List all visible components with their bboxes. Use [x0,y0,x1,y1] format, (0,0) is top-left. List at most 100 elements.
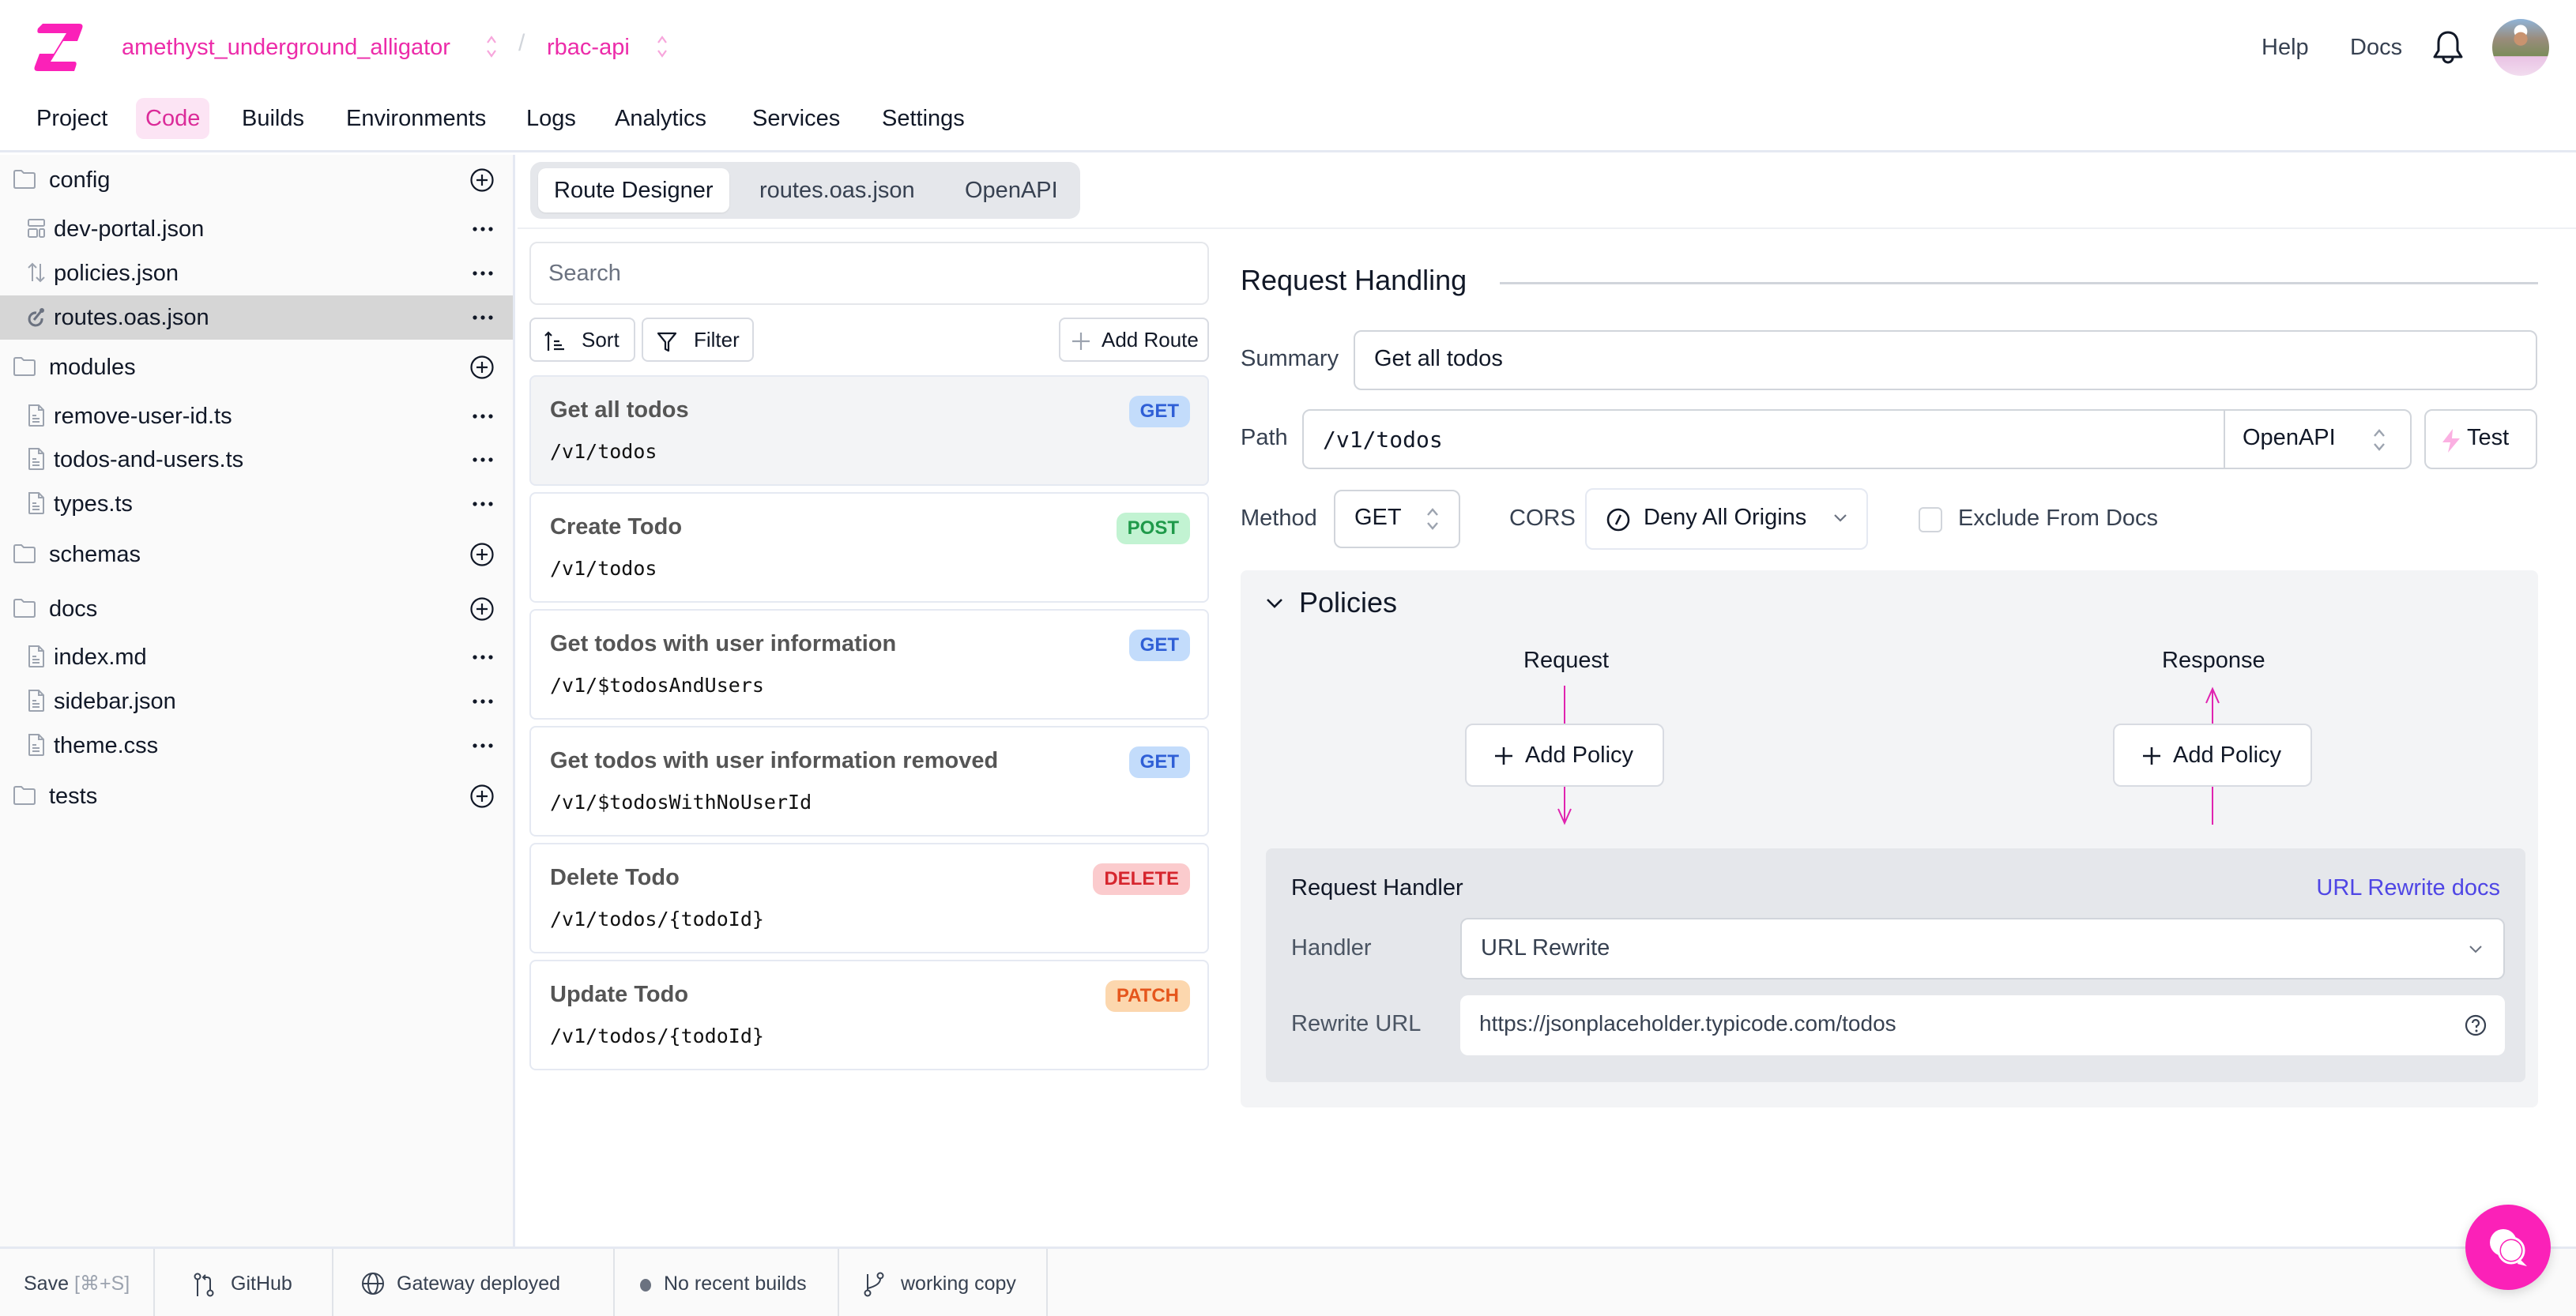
more-options-ellipsis-icon[interactable] [471,646,495,668]
sort-button[interactable]: Sort [529,318,635,362]
tab-openapi[interactable]: OpenAPI [949,168,1074,212]
route-card[interactable]: Create Todo/v1/todos POST [529,492,1209,603]
file-row-sidebar-json[interactable]: sidebar.json [0,679,513,724]
arrows-up-down-icon [28,262,45,283]
method-badge: GET [1128,630,1190,661]
more-options-ellipsis-icon[interactable] [471,306,495,329]
gateway-status[interactable]: Gateway deployed [333,1249,615,1316]
org-name[interactable]: amethyst_underground_alligator [122,32,450,63]
more-options-ellipsis-icon[interactable] [471,262,495,284]
project-name[interactable]: rbac-api [547,32,630,63]
add-request-policy-button[interactable]: Add Policy [1465,724,1664,787]
route-card[interactable]: Update Todo/v1/todos/{todoId} PATCH [529,960,1209,1070]
nav-tab-services[interactable]: Services [743,98,849,139]
exclude-from-docs-label[interactable]: Exclude From Docs [1958,506,2158,532]
add-route-button[interactable]: Add Route [1059,318,1209,362]
docs-link[interactable]: Docs [2350,32,2402,63]
file-row-policies-json[interactable]: policies.json [0,251,513,295]
help-circle-icon[interactable] [2464,1013,2487,1038]
plus-icon [2143,747,2160,765]
path-label: Path [1241,425,1288,450]
test-button[interactable]: Test [2424,409,2537,469]
file-row-dev-portal-json[interactable]: dev-portal.json [0,207,513,251]
folder-row-docs[interactable]: docs [0,587,513,631]
route-path: /v1/todos [550,557,657,580]
file-row-remove-user-id-ts[interactable]: remove-user-id.ts [0,394,513,438]
tree-item-label: sidebar.json [54,689,176,714]
folder-row-modules[interactable]: modules [0,345,513,389]
method-select[interactable]: GET [1334,490,1460,548]
nav-tab-analytics[interactable]: Analytics [605,98,716,139]
rewrite-url-label: Rewrite URL [1291,1011,1422,1036]
file-row-theme-css[interactable]: theme.css [0,724,513,768]
route-card[interactable]: Get todos with user information removed /… [529,726,1209,837]
zuplo-logo-icon[interactable] [32,22,87,73]
route-path: /v1/todos/{todoId} [550,1025,764,1047]
folder-row-config[interactable]: config [0,158,513,202]
cors-select[interactable]: Deny All Origins [1585,488,1868,550]
add-file-plus-circle-icon[interactable] [469,355,495,380]
chevron-up-down-icon [2374,429,2385,451]
route-icon [28,308,44,327]
tab-routes-oas-json[interactable]: routes.oas.json [744,168,931,212]
add-file-plus-circle-icon[interactable] [469,784,495,809]
cors-value: Deny All Origins [1644,505,1807,530]
nav-tab-environments[interactable]: Environments [337,98,495,139]
route-card[interactable]: Get all todos/v1/todos GET [529,375,1209,486]
route-card[interactable]: Delete Todo/v1/todos/{todoId} DELETE [529,843,1209,953]
user-avatar[interactable] [2492,19,2549,76]
nav-tab-code[interactable]: Code [136,98,210,139]
handler-select[interactable]: URL Rewrite [1460,918,2505,979]
rewrite-url-input[interactable]: https://jsonplaceholder.typicode.com/tod… [1460,995,2505,1055]
sort-label: Sort [582,328,620,352]
help-link[interactable]: Help [2262,32,2309,63]
support-chat-button[interactable] [2465,1205,2551,1290]
builds-status[interactable]: No recent builds [615,1249,839,1316]
github-button[interactable]: GitHub [155,1249,333,1316]
url-rewrite-docs-link[interactable]: URL Rewrite docs [2316,875,2500,901]
filter-label: Filter [694,328,740,352]
tab-route-designer[interactable]: Route Designer [538,168,729,212]
project-switcher-icon[interactable] [654,33,670,60]
more-options-ellipsis-icon[interactable] [471,405,495,427]
more-options-ellipsis-icon[interactable] [471,690,495,713]
tree-item-label: todos-and-users.ts [54,447,244,472]
route-path: /v1/todos [550,440,657,463]
tree-item-label: theme.css [54,733,159,758]
chevron-up-down-icon [1427,508,1438,530]
chevron-down-icon [2469,946,2482,953]
file-row-types-ts[interactable]: types.ts [0,482,513,526]
file-row-todos-and-users-ts[interactable]: todos-and-users.ts [0,438,513,482]
layout-icon [28,219,45,238]
exclude-from-docs-checkbox[interactable] [1919,507,1942,532]
path-input[interactable]: /v1/todos OpenAPI [1302,409,2412,469]
org-switcher-icon[interactable] [484,33,499,60]
more-options-ellipsis-icon[interactable] [471,735,495,757]
add-file-plus-circle-icon[interactable] [469,596,495,622]
more-options-ellipsis-icon[interactable] [471,493,495,515]
filter-button[interactable]: Filter [642,318,754,362]
route-search-input[interactable]: Search [529,242,1209,305]
folder-row-tests[interactable]: tests [0,774,513,818]
nav-tab-project[interactable]: Project [27,98,117,139]
folder-icon [13,357,36,376]
folder-icon [13,170,36,189]
more-options-ellipsis-icon[interactable] [471,449,495,471]
path-format-select[interactable]: OpenAPI [2225,411,2410,468]
nav-tab-builds[interactable]: Builds [232,98,314,139]
notifications-bell-icon[interactable] [2431,28,2465,66]
add-response-policy-button[interactable]: Add Policy [2113,724,2312,787]
add-file-plus-circle-icon[interactable] [469,542,495,567]
save-button[interactable]: Save [⌘+S] [0,1249,155,1316]
nav-tab-settings[interactable]: Settings [872,98,974,139]
nav-tab-logs[interactable]: Logs [517,98,586,139]
path-format-value: OpenAPI [2243,425,2336,450]
file-row-routes-oas-json[interactable]: routes.oas.json [0,295,513,340]
more-options-ellipsis-icon[interactable] [471,218,495,240]
summary-input[interactable]: Get all todos [1354,330,2537,390]
branch-status[interactable]: working copy [839,1249,1048,1316]
route-card[interactable]: Get todos with user information/v1/$todo… [529,609,1209,720]
add-file-plus-circle-icon[interactable] [469,167,495,193]
file-row-index-md[interactable]: index.md [0,635,513,679]
folder-row-schemas[interactable]: schemas [0,532,513,577]
